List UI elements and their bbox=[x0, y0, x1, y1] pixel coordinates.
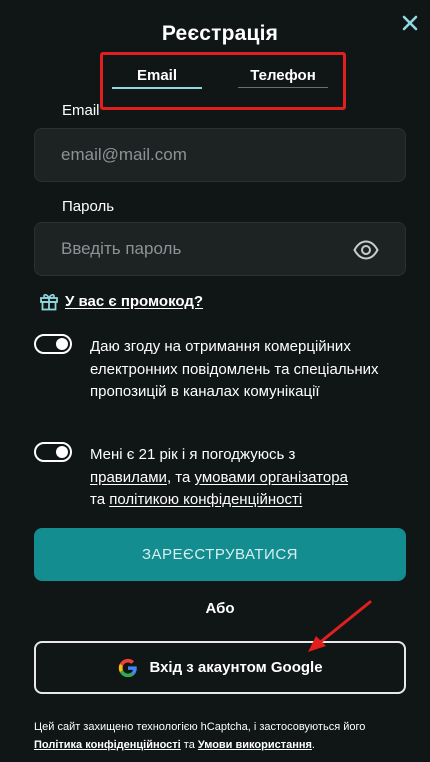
captcha-notice: Цей сайт захищено технологією hCaptcha, … bbox=[34, 721, 366, 751]
rules-link[interactable]: правилами bbox=[90, 469, 167, 486]
promo-code-label: У вас є промокод? bbox=[65, 292, 204, 310]
organizer-terms-link[interactable]: умовами організатора bbox=[195, 469, 348, 486]
google-logo-icon bbox=[119, 658, 138, 677]
toggle-knob bbox=[56, 338, 68, 350]
tab-email-underline bbox=[112, 87, 202, 89]
email-input[interactable] bbox=[61, 129, 361, 181]
google-login-label: Вхід з акаунтом Google bbox=[149, 659, 323, 676]
footer-terms-link[interactable]: Умови використання bbox=[198, 739, 312, 751]
toggle-knob bbox=[56, 446, 68, 458]
footer-privacy-link[interactable]: Політика конфіденційності bbox=[34, 739, 181, 751]
google-login-button[interactable]: Вхід з акаунтом Google bbox=[34, 641, 406, 694]
email-field-box bbox=[34, 128, 406, 182]
tab-phone[interactable]: Телефон bbox=[238, 67, 328, 89]
password-label: Пароль bbox=[62, 198, 115, 215]
marketing-consent-text: Даю згоду на отримання комерційних елект… bbox=[90, 338, 379, 400]
marketing-consent-toggle[interactable] bbox=[34, 334, 72, 354]
password-input[interactable] bbox=[61, 223, 361, 275]
age-terms-text: Мені є 21 рік і я погоджуюсь з правилами… bbox=[90, 446, 348, 508]
email-label: Email bbox=[62, 102, 100, 119]
gift-icon bbox=[40, 294, 58, 311]
eye-icon[interactable] bbox=[353, 238, 379, 262]
or-divider: Або bbox=[205, 600, 235, 617]
register-button[interactable]: ЗАРЕЄСТРУВАТИСЯ bbox=[34, 528, 406, 581]
age-terms-toggle[interactable] bbox=[34, 442, 72, 462]
tab-phone-underline bbox=[238, 87, 328, 88]
page-title: Реєстрація bbox=[161, 22, 279, 45]
close-icon[interactable] bbox=[399, 12, 421, 34]
promo-code-link[interactable]: У вас є промокод? bbox=[39, 290, 203, 312]
password-field-box bbox=[34, 222, 406, 276]
tab-email[interactable]: Email bbox=[112, 67, 202, 89]
privacy-policy-link[interactable]: політикою конфіденційності bbox=[109, 491, 302, 508]
